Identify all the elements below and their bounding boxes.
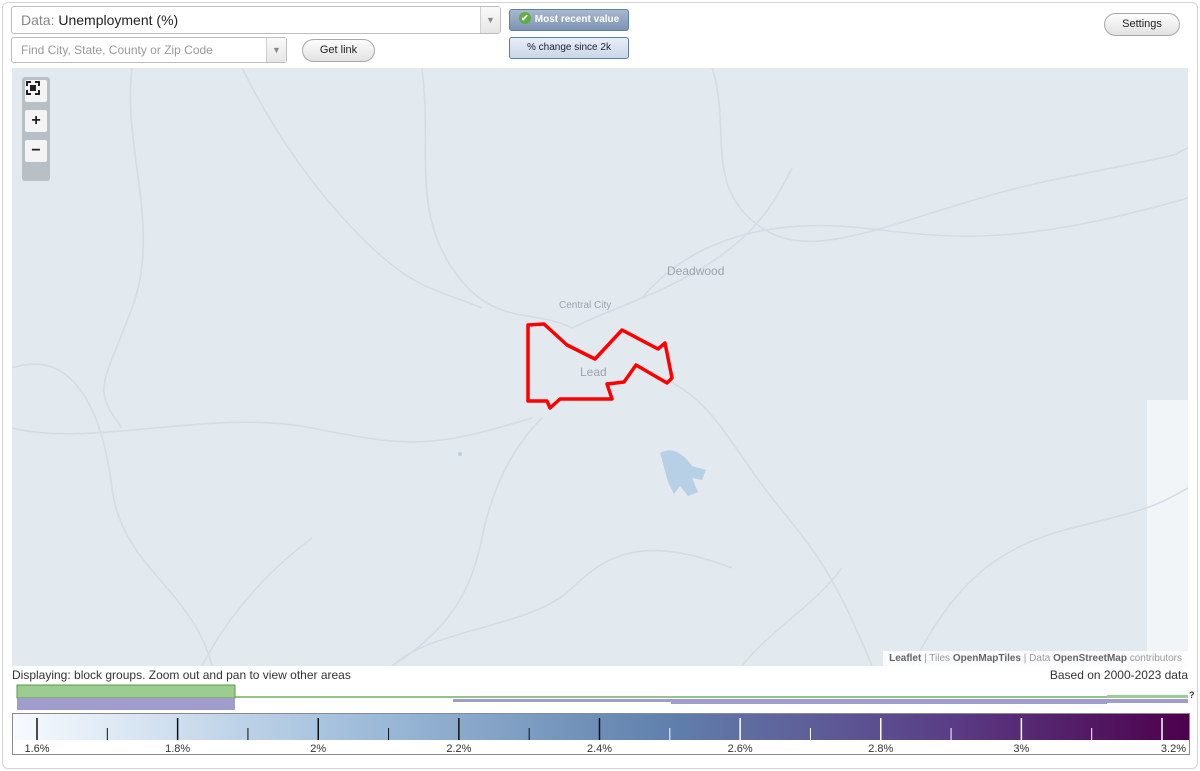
legend-tick-label: 2.2% [446,743,471,754]
data-select-label: Data: [21,12,55,28]
color-legend: 1.6% 1.8% 2% 2.2% 2.4% 2.6% 2.8% 3% 3.2% [12,713,1190,755]
histogram-help[interactable]: ? [1189,690,1195,700]
data-select-value: Unemployment (%) [58,12,179,28]
legend-tick-label: 2.8% [868,743,893,754]
attribution-sep-tiles: | Tiles [921,653,953,664]
legend-tick-label: 2.4% [587,743,612,754]
distribution-histogram [16,684,1188,710]
legend-tick-label: 1.6% [24,743,49,754]
settings-button[interactable]: Settings [1104,13,1180,36]
legend-tick-label: 3% [1013,743,1029,754]
legend-scale: 1.6% 1.8% 2% 2.2% 2.4% 2.6% 2.8% 3% 3.2% [13,714,1189,755]
place-label-deadwood: Deadwood [667,264,725,278]
data-range-text: Based on 2000-2023 data [1049,668,1188,682]
attribution-sep-data: | Data [1021,653,1054,664]
legend-tick-label: 3.2% [1161,743,1186,754]
fullscreen-button[interactable] [25,80,47,102]
place-label-central-city: Central City [559,300,612,311]
get-link-button[interactable]: Get link [302,39,375,62]
legend-tick-label: 1.8% [165,743,190,754]
data-select[interactable]: Data: Unemployment (%) ▼ [11,6,501,34]
most-recent-label: Most recent value [534,14,620,25]
leaflet-link[interactable]: Leaflet [889,653,921,664]
change-since-2k-toggle[interactable]: % change since 2k [509,37,629,59]
check-icon: ✔ [518,12,531,25]
chevron-down-icon[interactable]: ▼ [480,7,500,33]
openmaptiles-link[interactable]: OpenMapTiles [953,653,1021,664]
map-attribution: Leaflet | Tiles OpenMapTiles | Data Open… [883,651,1188,666]
fullscreen-icon [26,81,40,95]
map-zoom-controls: + − [22,77,50,181]
search-input[interactable] [12,38,262,62]
legend-tick-label: 2.6% [728,743,753,754]
chevron-down-icon[interactable]: ▼ [266,38,286,62]
place-label-lead: Lead [580,365,607,379]
location-search[interactable]: ▼ [11,37,287,63]
openstreetmap-link[interactable]: OpenStreetMap [1053,653,1127,664]
zoom-out-button[interactable]: − [25,140,47,162]
zoom-in-button[interactable]: + [25,110,47,132]
attribution-contributors: contributors [1126,653,1182,664]
display-level-text: Displaying: block groups. Zoom out and p… [12,668,351,682]
legend-tick-label: 2% [310,743,326,754]
most-recent-toggle[interactable]: ✔ Most recent value [509,9,629,31]
legend-gradient [13,714,1189,740]
map-view[interactable]: Deadwood Central City Lead + − Leaflet |… [12,68,1188,666]
